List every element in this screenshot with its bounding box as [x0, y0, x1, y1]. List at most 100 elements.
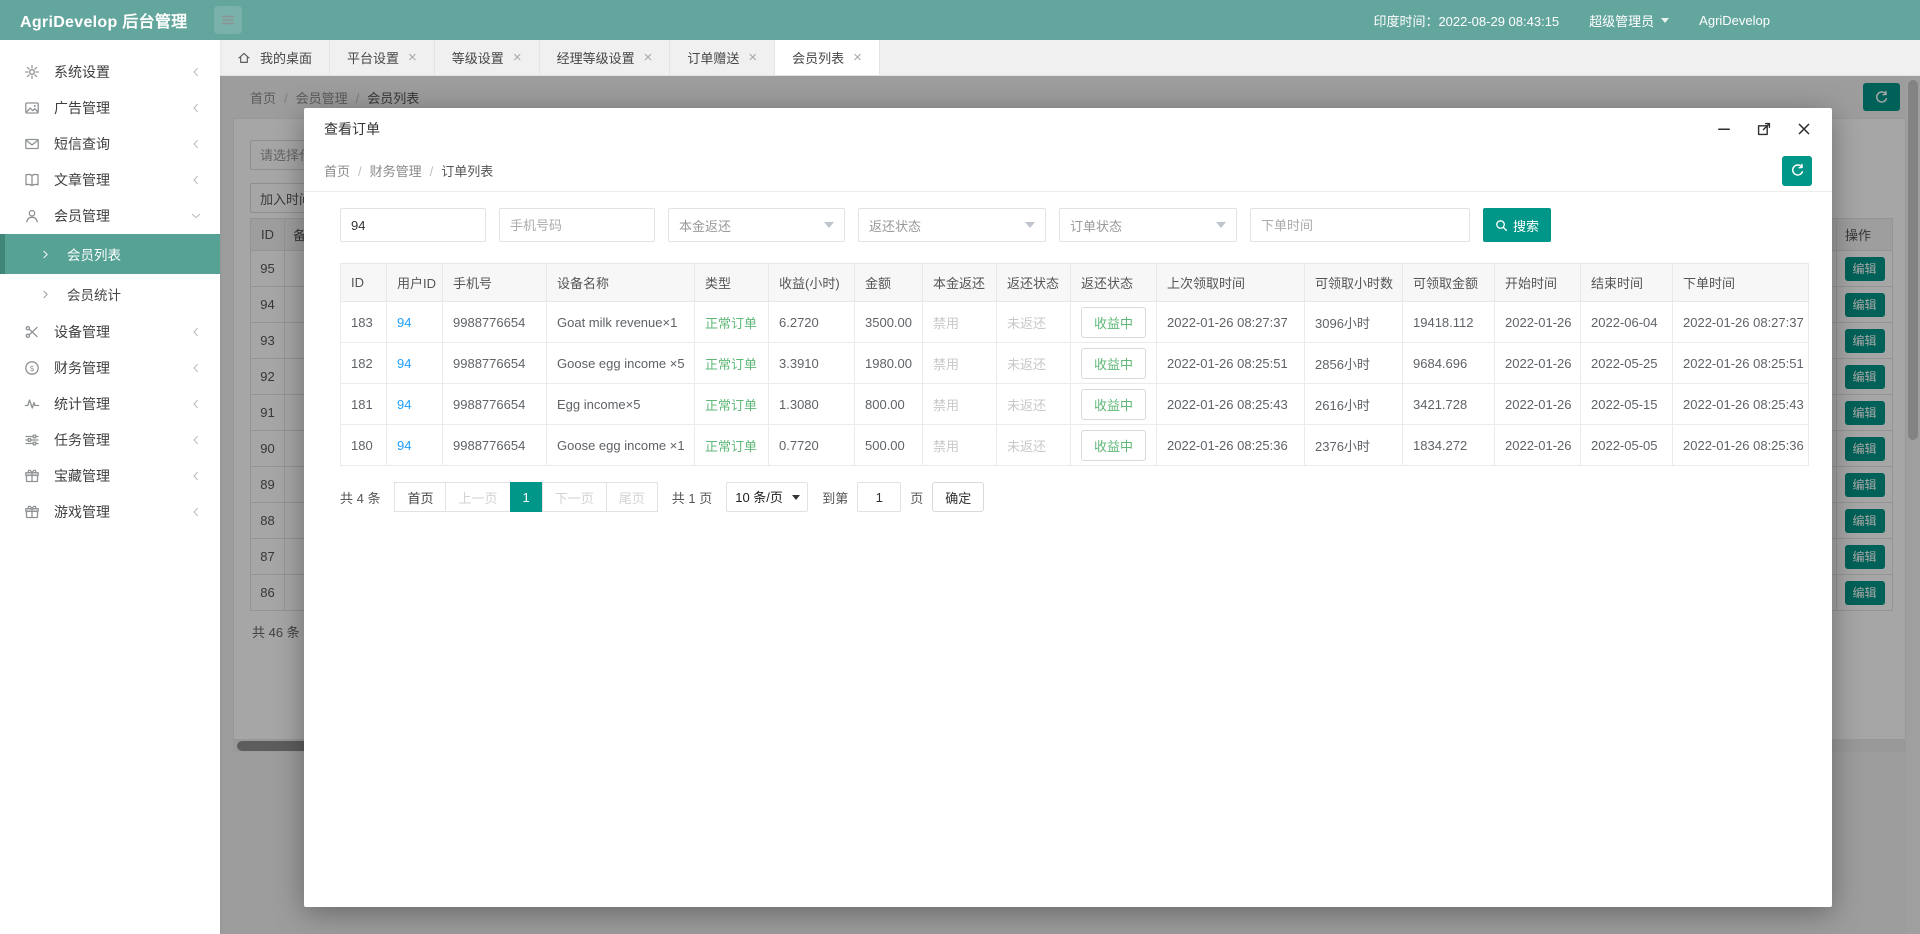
- sidebar-item[interactable]: 会员管理: [0, 198, 220, 234]
- goto-confirm-button[interactable]: 确定: [932, 482, 985, 512]
- pagination-bar: 共 4 条 首页 上一页 1 下一页 尾页 共 1 页 10 条/页 到第 页 …: [340, 482, 1832, 512]
- return-status-select-label: 返还状态: [869, 218, 922, 234]
- order-table: ID 用户ID 手机号 设备名称 类型 收益(小时) 金额 本金返还 返还状态 返还状态 上次领取时…: [340, 263, 1809, 466]
- order-cell-user-id[interactable]: 94: [386, 383, 443, 425]
- current-user-dropdown[interactable]: 超级管理员: [1589, 11, 1670, 30]
- tab-label: 会员列表: [792, 51, 845, 66]
- order-col-order-id: ID: [340, 263, 387, 302]
- order-col-hourly-income: 收益(小时): [768, 263, 855, 302]
- tab-close-icon[interactable]: ×: [853, 50, 862, 65]
- order-cell-claimable-amount: 3421.728: [1402, 383, 1495, 425]
- income-status-badge[interactable]: 收益中: [1081, 429, 1147, 461]
- pagination-prev-button[interactable]: 上一页: [445, 482, 511, 512]
- order-cell-order-id: 181: [340, 383, 387, 425]
- sidebar-item[interactable]: 设备管理: [0, 314, 220, 350]
- order-cell-claimable-hours: 2376小时: [1304, 424, 1403, 466]
- order-col-last-claim-time: 上次领取时间: [1156, 263, 1305, 302]
- minimize-icon[interactable]: [1716, 121, 1732, 137]
- tab-item[interactable]: 等级设置 ×: [435, 40, 540, 75]
- sidebar-item[interactable]: 系统设置: [0, 54, 220, 90]
- chevron-left-icon: [190, 66, 202, 78]
- breadcrumb-finance-mgmt[interactable]: 财务管理: [350, 161, 422, 180]
- svg-text:$: $: [29, 364, 34, 373]
- order-cell-return-status-badge: 收益中: [1070, 424, 1157, 466]
- order-cell-user-id[interactable]: 94: [386, 424, 443, 466]
- sidebar-subitem[interactable]: 会员统计: [0, 274, 220, 314]
- sidebar-toggle-button[interactable]: [213, 6, 242, 34]
- income-status-badge[interactable]: 收益中: [1081, 388, 1147, 420]
- sidebar-item[interactable]: $ 财务管理: [0, 350, 220, 386]
- order-cell-principal-return: 禁用: [922, 301, 997, 343]
- order-time-filter-input[interactable]: [1250, 208, 1470, 242]
- order-col-phone: 手机号: [442, 263, 547, 302]
- order-col-return-status: 返还状态: [996, 263, 1071, 302]
- order-cell-order-id: 180: [340, 424, 387, 466]
- sidebar-item-label: 任务管理: [54, 432, 110, 448]
- per-page-select[interactable]: 10 条/页: [726, 482, 809, 512]
- order-cell-start-date: 2022-01-26: [1494, 383, 1581, 425]
- income-status-badge[interactable]: 收益中: [1081, 347, 1147, 379]
- return-status-select[interactable]: 返还状态: [858, 208, 1046, 242]
- order-cell-return-status: 未返还: [996, 424, 1071, 466]
- order-cell-phone: 9988776654: [442, 424, 547, 466]
- sidebar-item[interactable]: 文章管理: [0, 162, 220, 198]
- sidebar-item-label: 会员管理: [54, 208, 110, 224]
- pagination-page-1-button[interactable]: 1: [509, 482, 543, 512]
- order-col-claimable-hours: 可领取小时数: [1304, 263, 1403, 302]
- chevron-left-icon: [190, 506, 202, 518]
- sidebar-subitem[interactable]: 会员列表: [0, 234, 220, 274]
- breadcrumb-home[interactable]: 首页: [324, 161, 350, 180]
- tab-item[interactable]: 订单赠送 ×: [670, 40, 776, 75]
- tab-item[interactable]: 经理等级设置 ×: [540, 40, 671, 75]
- close-icon[interactable]: [1796, 121, 1812, 137]
- arrow-right-icon: [40, 249, 51, 260]
- tab-close-icon[interactable]: ×: [408, 50, 417, 65]
- pagination-next-button[interactable]: 下一页: [541, 482, 607, 512]
- goto-page-input[interactable]: [857, 482, 902, 512]
- order-col-start-date: 开始时间: [1494, 263, 1581, 302]
- order-cell-user-id[interactable]: 94: [386, 342, 443, 384]
- order-cell-order-time: 2022-01-26 08:25:51: [1672, 342, 1809, 384]
- tasks-icon: [24, 432, 40, 448]
- sidebar-item[interactable]: 任务管理: [0, 422, 220, 458]
- income-status-badge[interactable]: 收益中: [1081, 306, 1147, 338]
- pagination-last-button[interactable]: 尾页: [605, 482, 658, 512]
- order-cell-hourly-income: 1.3080: [768, 383, 855, 425]
- tab-active[interactable]: 会员列表 ×: [775, 40, 880, 75]
- phone-filter-input[interactable]: [499, 208, 655, 242]
- principal-return-select[interactable]: 本金返还: [668, 208, 845, 242]
- tab-close-icon[interactable]: ×: [513, 50, 522, 65]
- sidebar-item-label: 系统设置: [54, 64, 110, 80]
- user-id-filter-input[interactable]: [340, 208, 486, 242]
- goto-page-unit: 页: [910, 490, 924, 506]
- search-button[interactable]: 搜索: [1483, 208, 1552, 242]
- modal-refresh-button[interactable]: [1782, 155, 1812, 186]
- chevron-down-icon: [190, 210, 202, 222]
- maximize-icon[interactable]: [1756, 121, 1772, 137]
- order-cell-order-id: 182: [340, 342, 387, 384]
- sidebar-item[interactable]: 统计管理: [0, 386, 220, 422]
- order-cell-hourly-income: 6.2720: [768, 301, 855, 343]
- search-button-label: 搜索: [1513, 218, 1540, 234]
- sidebar-item[interactable]: 宝藏管理: [0, 458, 220, 494]
- sidebar-item[interactable]: 游戏管理: [0, 494, 220, 530]
- order-cell-return-status: 未返还: [996, 301, 1071, 343]
- sidebar-subitem-label: 会员列表: [67, 248, 121, 263]
- modal-breadcrumb: 首页 财务管理 订单列表: [324, 161, 493, 180]
- sidebar-item[interactable]: 短信查询: [0, 126, 220, 162]
- tab-close-icon[interactable]: ×: [748, 50, 757, 65]
- tab-item[interactable]: 平台设置 ×: [330, 40, 435, 75]
- sidebar-item[interactable]: 广告管理: [0, 90, 220, 126]
- caret-down-icon: [1025, 222, 1035, 228]
- pagination-first-button[interactable]: 首页: [394, 482, 447, 512]
- order-cell-amount: 800.00: [854, 383, 923, 425]
- order-cell-last-claim-time: 2022-01-26 08:25:51: [1156, 342, 1305, 384]
- tab-item[interactable]: 我的桌面: [220, 40, 331, 75]
- order-filter-bar: 本金返还 返还状态 订单状态 搜索: [340, 208, 1812, 242]
- order-cell-user-id[interactable]: 94: [386, 301, 443, 343]
- menu-icon: [220, 12, 236, 28]
- order-status-select[interactable]: 订单状态: [1059, 208, 1237, 242]
- modal-breadcrumb-row: 首页 财务管理 订单列表: [304, 150, 1832, 192]
- tab-close-icon[interactable]: ×: [644, 50, 653, 65]
- order-cell-order-type: 正常订单: [694, 424, 769, 466]
